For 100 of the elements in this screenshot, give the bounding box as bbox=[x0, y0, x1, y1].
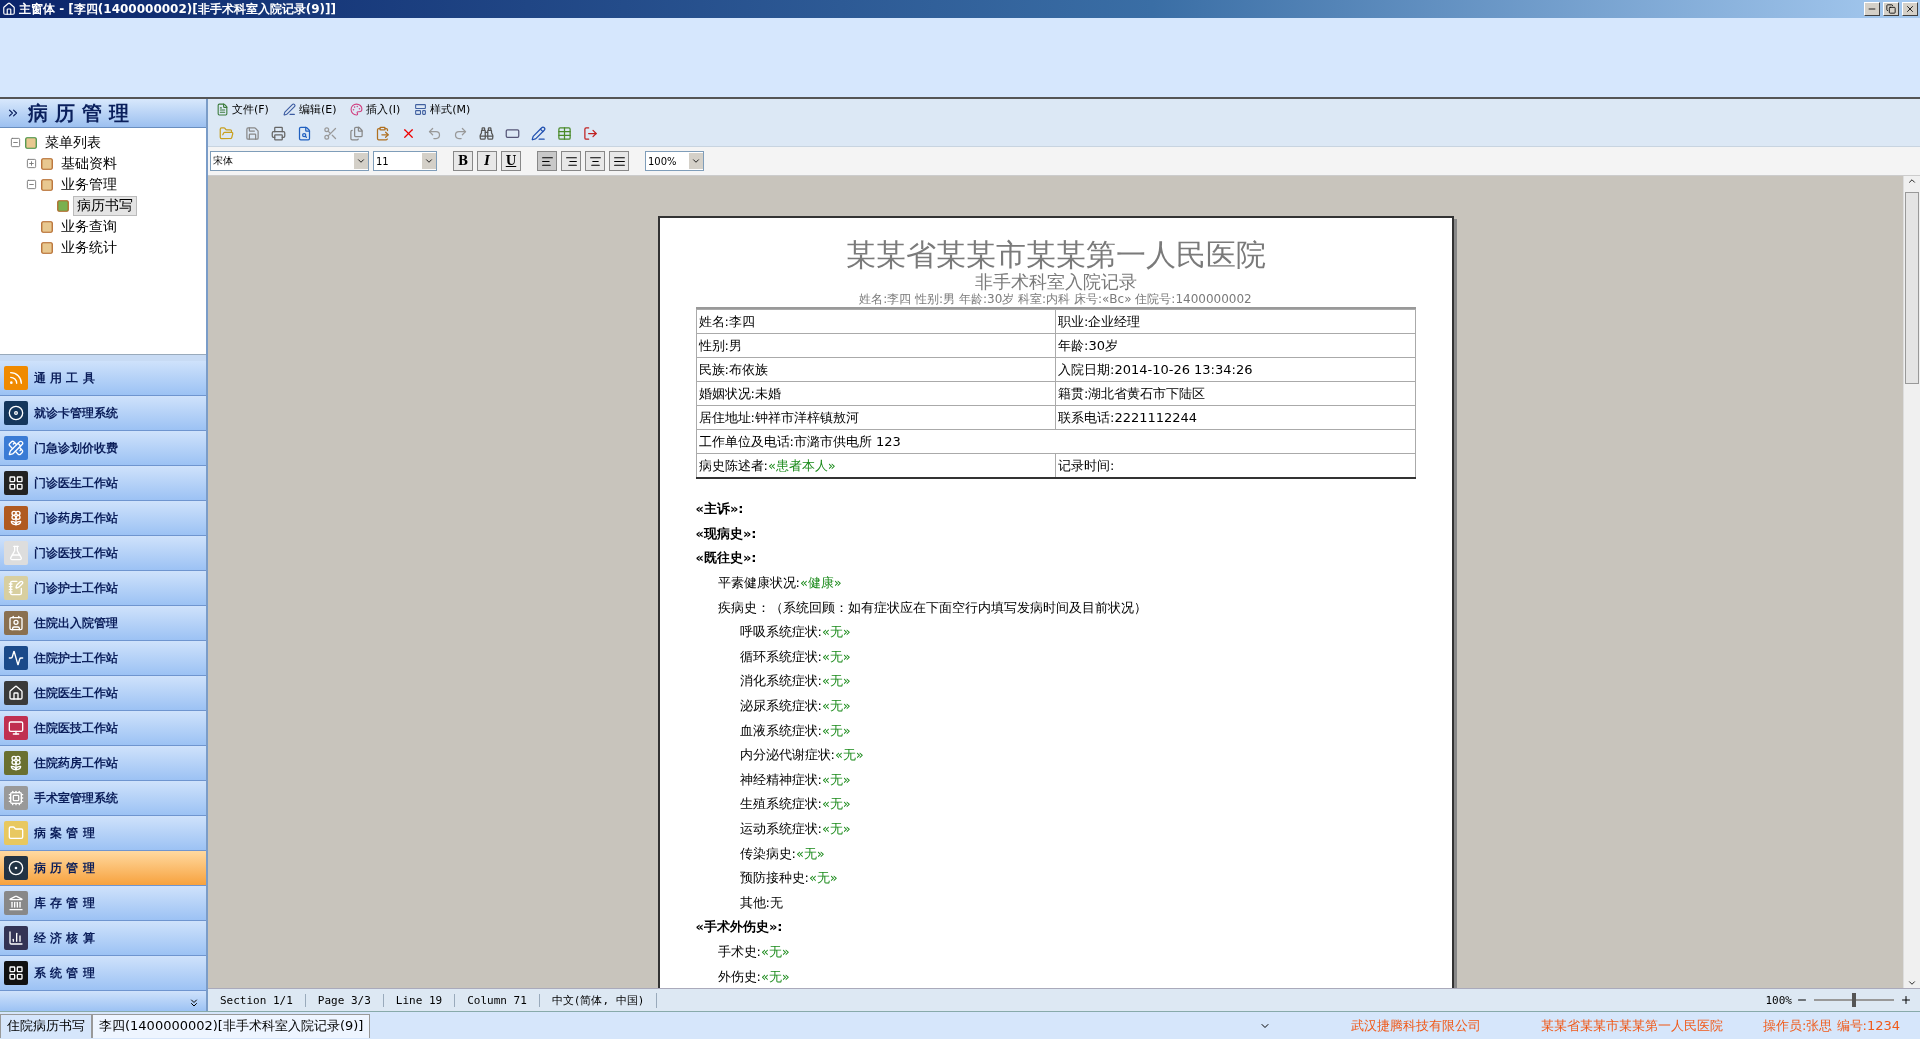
table-cell: 职业:企业经理 bbox=[1055, 309, 1415, 334]
table-cell: 姓名:李四 bbox=[696, 309, 1056, 334]
nav-item[interactable]: 病 案 管 理 bbox=[0, 816, 206, 851]
close-button[interactable] bbox=[1902, 2, 1918, 16]
house-icon bbox=[2, 2, 16, 16]
tree-item[interactable]: 业务管理 bbox=[57, 174, 121, 195]
menu-item[interactable]: 插入(I) bbox=[350, 102, 401, 117]
nav-item[interactable]: 通 用 工 具 bbox=[0, 361, 206, 396]
bar-chart-icon bbox=[4, 926, 28, 950]
record-title: 非手术科室入院记录 bbox=[973, 272, 1138, 292]
record-line: 运动系统症状:«无» bbox=[738, 820, 852, 838]
tab[interactable]: 李四(1400000002)[非手术科室入院记录(9)] bbox=[92, 1013, 371, 1038]
table-cell: 民族:布依族 bbox=[696, 357, 1056, 382]
panel-title: 病 历 管 理 bbox=[28, 99, 129, 127]
scrollbar[interactable] bbox=[1903, 176, 1920, 988]
scroll-thumb[interactable] bbox=[1905, 192, 1919, 384]
style-button[interactable]: B bbox=[453, 151, 473, 171]
arrow-up-icon[interactable] bbox=[1907, 176, 1917, 186]
edit-icon bbox=[282, 103, 296, 116]
slider-thumb[interactable] bbox=[1852, 993, 1856, 1007]
nav-item[interactable]: 手术室管理系统 bbox=[0, 781, 206, 816]
record-line: 预防接种史:«无» bbox=[738, 869, 839, 888]
chevron-icon[interactable] bbox=[6, 106, 20, 120]
record-line: 平素健康状况:«健康» bbox=[716, 574, 843, 593]
nav-item[interactable]: 住院医技工作站 bbox=[0, 711, 206, 746]
company-name: 武汉捷腾科技有限公司 bbox=[1351, 1016, 1481, 1035]
tree-item[interactable]: 业务统计 bbox=[57, 237, 121, 258]
align-left-icon bbox=[540, 154, 554, 168]
zoom-percent: 100% bbox=[1764, 993, 1793, 1007]
justify-icon bbox=[612, 154, 626, 168]
section-heading: «手术外伤史»: bbox=[695, 918, 784, 937]
nav-item[interactable]: 门诊医技工作站 bbox=[0, 536, 206, 571]
nav-item[interactable]: 系 统 管 理 bbox=[0, 956, 206, 991]
nav-item[interactable]: 住院护士工作站 bbox=[0, 641, 206, 676]
align-button[interactable] bbox=[585, 151, 605, 171]
nav-item[interactable]: 库 存 管 理 bbox=[0, 886, 206, 921]
tree-item[interactable]: 病历书写 bbox=[73, 195, 137, 216]
status-item: Section 1/1 bbox=[208, 993, 306, 1007]
record-line: 血液系统症状:«无» bbox=[738, 721, 852, 740]
notepad-icon bbox=[4, 576, 28, 600]
align-button[interactable] bbox=[609, 151, 629, 171]
nav-item[interactable]: 门诊医生工作站 bbox=[0, 466, 206, 501]
zoom-select[interactable]: 100% bbox=[645, 151, 704, 171]
nav-item[interactable]: 病 历 管 理 bbox=[0, 851, 206, 886]
pencil-icon bbox=[4, 436, 28, 460]
zoom-in-icon[interactable] bbox=[1900, 994, 1912, 1006]
monitor-icon bbox=[4, 716, 28, 740]
chevron-down-icon[interactable] bbox=[188, 997, 200, 1009]
record-line: 传染病史:«无» bbox=[738, 844, 826, 863]
style-button[interactable]: U bbox=[501, 151, 521, 171]
section-heading: «既往史»: bbox=[695, 549, 758, 568]
record-line: 呼吸系统症状:«无» bbox=[738, 623, 852, 642]
align-button[interactable] bbox=[537, 151, 557, 171]
caret-icon bbox=[356, 156, 366, 166]
tree-item[interactable]: 菜单列表 bbox=[41, 132, 105, 153]
tab[interactable]: 住院病历书写 bbox=[0, 1013, 92, 1038]
menu-item[interactable]: 文件(F) bbox=[216, 102, 269, 117]
flower-icon bbox=[4, 506, 28, 530]
table-cell: 工作单位及电话:市潞市供电所 123 bbox=[696, 429, 1415, 454]
section-heading: «现病史»: bbox=[695, 524, 758, 543]
expand-icon[interactable] bbox=[26, 158, 37, 169]
color-wheel-icon bbox=[350, 103, 364, 116]
nav-item[interactable]: 住院药房工作站 bbox=[0, 746, 206, 781]
tree-item[interactable]: 业务查询 bbox=[57, 216, 121, 237]
arrow-down-icon[interactable] bbox=[1907, 978, 1917, 988]
align-button[interactable] bbox=[561, 151, 581, 171]
hospital-name: 某某省某某市某某第一人民医院 bbox=[1541, 1016, 1723, 1035]
address-book-icon bbox=[4, 611, 28, 635]
record-line: 其他:无 bbox=[738, 893, 784, 912]
size-select[interactable]: 11 bbox=[373, 151, 437, 171]
status-item: Page 3/3 bbox=[305, 993, 384, 1007]
table-cell: 性别:男 bbox=[696, 333, 1056, 358]
nav-item[interactable]: 就诊卡管理系统 bbox=[0, 396, 206, 431]
record-line: 内分泌代谢症状:«无» bbox=[738, 746, 865, 765]
collapse-icon[interactable] bbox=[26, 179, 37, 190]
nav-item[interactable]: 住院医生工作站 bbox=[0, 676, 206, 711]
record-line: 神经精神症状:«无» bbox=[738, 770, 852, 789]
nav-item[interactable]: 门急诊划价收费 bbox=[0, 431, 206, 466]
tree-item[interactable]: 基础资料 bbox=[57, 153, 121, 174]
style-button[interactable]: I bbox=[477, 151, 497, 171]
window-title: 主窗体 - [李四(1400000002)[非手术科室入院记录(9)]] bbox=[19, 0, 338, 18]
collapse-icon[interactable] bbox=[10, 137, 21, 148]
nav-item[interactable]: 门诊药房工作站 bbox=[0, 501, 206, 536]
table-cell: 年龄:30岁 bbox=[1055, 333, 1415, 358]
nav-item[interactable]: 经 济 核 算 bbox=[0, 921, 206, 956]
restore-button[interactable] bbox=[1883, 2, 1899, 16]
nav-item[interactable]: 住院出入院管理 bbox=[0, 606, 206, 641]
font-select[interactable]: 宋体 bbox=[210, 151, 369, 171]
menu-item[interactable]: 编辑(E) bbox=[282, 102, 337, 117]
status-item: Line 19 bbox=[383, 993, 456, 1007]
table-cell: 居住地址:钟祥市洋梓镇敖河 bbox=[696, 405, 1056, 430]
nav-item[interactable]: 门诊护士工作站 bbox=[0, 571, 206, 606]
status-item: Column 71 bbox=[455, 993, 540, 1007]
menu-item[interactable]: 样式(M) bbox=[414, 102, 471, 117]
minimize-button[interactable] bbox=[1864, 2, 1880, 16]
flask-icon bbox=[4, 541, 28, 565]
table-cell: 入院日期:2014-10-26 13:34:26 bbox=[1055, 357, 1415, 382]
align-center-icon bbox=[588, 154, 602, 168]
section-heading: «主诉»: bbox=[695, 500, 745, 519]
flower-icon bbox=[4, 751, 28, 775]
